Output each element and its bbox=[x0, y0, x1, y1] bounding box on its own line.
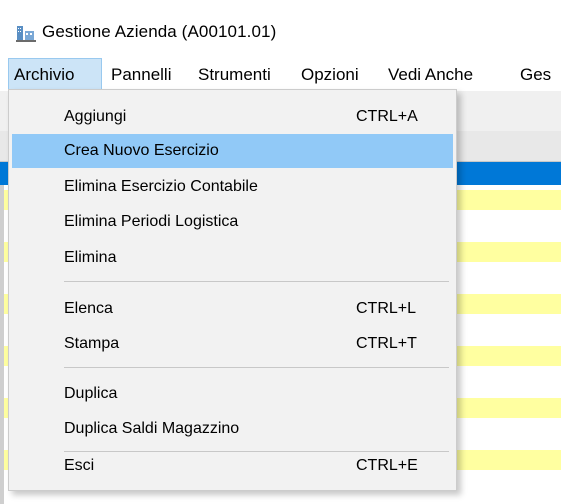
menu-item-shortcut: CTRL+E bbox=[356, 457, 418, 474]
menu-item-label: Crea Nuovo Esercizio bbox=[64, 142, 219, 159]
menu-item-label: Duplica bbox=[64, 385, 118, 402]
grid-left-border bbox=[0, 185, 4, 504]
menu-item-duplica-saldi-magazzino[interactable]: Duplica Saldi Magazzino bbox=[12, 412, 453, 446]
menu-item-label: Esci bbox=[64, 457, 95, 474]
menu-item-elimina-esercizio-contabile[interactable]: Elimina Esercizio Contabile bbox=[12, 170, 453, 204]
menu-item-elenca[interactable]: Elenca CTRL+L bbox=[12, 292, 453, 326]
menu-item-label: Elimina bbox=[64, 249, 117, 266]
menu-item-label: Stampa bbox=[64, 335, 120, 352]
menu-item-shortcut: CTRL+L bbox=[356, 300, 417, 317]
menu-item-label: Aggiungi bbox=[64, 108, 127, 125]
menu-item-label: Elimina Esercizio Contabile bbox=[64, 178, 258, 195]
menu-item-duplica[interactable]: Duplica bbox=[12, 377, 453, 411]
menu-archivio[interactable]: Archivio bbox=[8, 58, 102, 91]
menu-item-crea-nuovo-esercizio[interactable]: Crea Nuovo Esercizio bbox=[12, 134, 453, 168]
menu-vedi-anche[interactable]: Vedi Anche bbox=[388, 58, 473, 91]
menu-item-elimina[interactable]: Elimina bbox=[12, 241, 453, 275]
menu-item-label: Elimina Periodi Logistica bbox=[64, 213, 239, 230]
menu-separator bbox=[64, 281, 449, 282]
menu-item-aggiungi[interactable]: Aggiungi CTRL+A bbox=[12, 100, 453, 134]
window-title: Gestione Azienda (A00101.01) bbox=[42, 22, 277, 41]
menu-strumenti[interactable]: Strumenti bbox=[198, 58, 271, 91]
menu-ges[interactable]: Ges bbox=[520, 58, 551, 91]
menu-opzioni[interactable]: Opzioni bbox=[301, 58, 359, 91]
menu-pannelli[interactable]: Pannelli bbox=[111, 58, 172, 91]
menu-item-shortcut: CTRL+T bbox=[356, 335, 417, 352]
menu-item-shortcut: CTRL+A bbox=[356, 108, 418, 125]
menu-item-elimina-periodi-logistica[interactable]: Elimina Periodi Logistica bbox=[12, 205, 453, 239]
title-bar: Gestione Azienda (A00101.01) bbox=[0, 0, 561, 58]
menu-separator bbox=[64, 367, 449, 368]
menu-item-stampa[interactable]: Stampa CTRL+T bbox=[12, 327, 453, 361]
menu-bar: Archivio Pannelli Strumenti Opzioni Vedi… bbox=[0, 58, 561, 91]
menu-item-label: Duplica Saldi Magazzino bbox=[64, 420, 240, 437]
app-icon bbox=[16, 24, 36, 42]
menu-item-label: Elenca bbox=[64, 300, 113, 317]
archivio-dropdown-menu: Aggiungi CTRL+A Crea Nuovo Esercizio Eli… bbox=[8, 89, 457, 491]
menu-item-esci[interactable]: Esci CTRL+E bbox=[12, 449, 453, 483]
